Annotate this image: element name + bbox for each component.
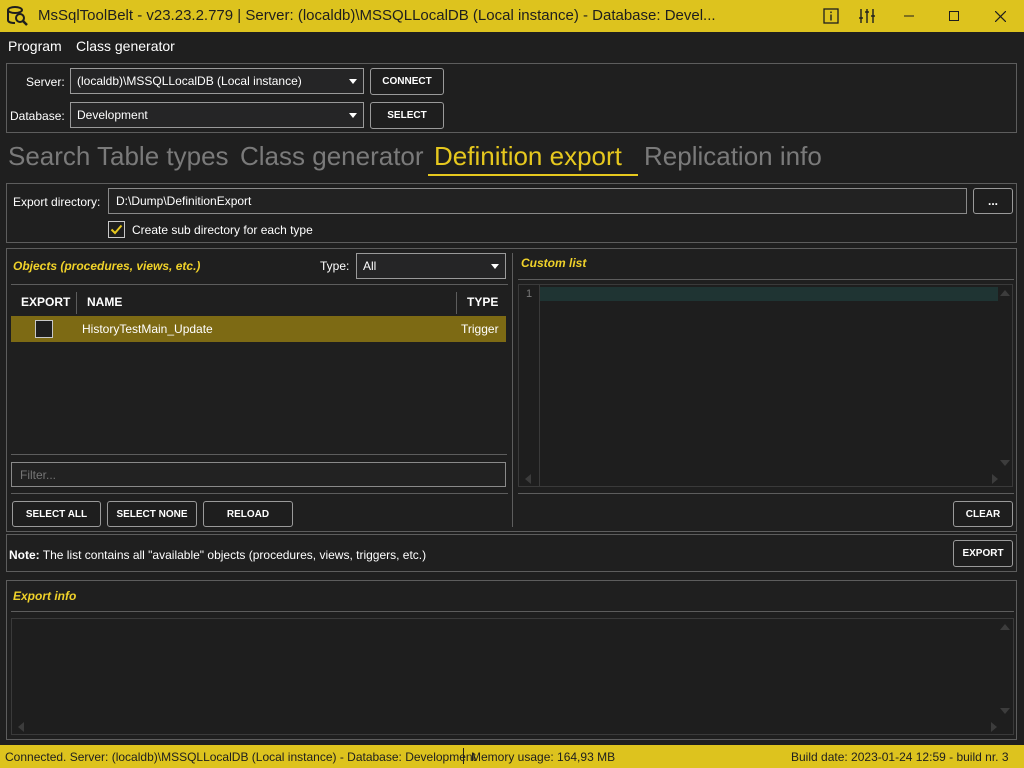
chevron-down-icon bbox=[349, 79, 357, 84]
export-directory-label: Export directory: bbox=[13, 195, 101, 209]
column-header-name[interactable]: NAME bbox=[87, 295, 122, 309]
note-bold: Note: bbox=[9, 548, 40, 562]
status-separator bbox=[463, 748, 464, 764]
server-value: (localdb)\MSSQLLocalDB (Local instance) bbox=[77, 74, 302, 88]
connect-button[interactable]: CONNECT bbox=[370, 68, 444, 95]
database-value: Development bbox=[77, 108, 148, 122]
type-label: Type: bbox=[320, 259, 350, 273]
chevron-down-icon bbox=[349, 113, 357, 118]
row-export-checkbox[interactable] bbox=[35, 320, 53, 338]
close-icon bbox=[994, 10, 1006, 22]
tab-definition-export[interactable]: Definition export bbox=[434, 141, 622, 172]
custom-list-footer-separator bbox=[518, 493, 1014, 494]
note-text: Note: The list contains all "available" … bbox=[9, 548, 426, 562]
scroll-left-arrow-icon[interactable] bbox=[18, 722, 24, 732]
row-type: Trigger bbox=[461, 322, 499, 336]
scroll-up-arrow-icon[interactable] bbox=[1000, 624, 1010, 630]
menu-bar: Program Class generator bbox=[0, 32, 1024, 60]
active-tab-indicator bbox=[428, 174, 638, 176]
tab-search[interactable]: Search bbox=[8, 141, 90, 172]
panel-splitter[interactable] bbox=[512, 253, 513, 527]
settings-sliders-icon bbox=[859, 9, 875, 23]
export-info-log[interactable] bbox=[11, 618, 1014, 735]
row-name: HistoryTestMain_Update bbox=[82, 322, 213, 336]
filter-input[interactable] bbox=[11, 462, 506, 487]
scroll-up-arrow-icon[interactable] bbox=[1000, 290, 1010, 296]
export-directory-input[interactable]: D:\Dump\DefinitionExport bbox=[108, 188, 967, 214]
scroll-down-arrow-icon[interactable] bbox=[1000, 708, 1010, 714]
maximize-icon bbox=[949, 11, 959, 21]
status-memory: Memory usage: 164,93 MB bbox=[471, 750, 616, 764]
select-button[interactable]: SELECT bbox=[370, 102, 444, 129]
window-title: MsSqlToolBelt - v23.23.2.779 | Server: (… bbox=[38, 7, 716, 24]
objects-footer-separator bbox=[11, 493, 508, 494]
clear-button[interactable]: CLEAR bbox=[953, 501, 1013, 527]
scroll-left-arrow-icon[interactable] bbox=[525, 474, 531, 484]
database-dropdown[interactable]: Development bbox=[70, 102, 364, 128]
line-number: 1 bbox=[526, 288, 533, 300]
column-separator bbox=[76, 292, 77, 314]
table-row[interactable]: HistoryTestMain_Update Trigger bbox=[11, 316, 506, 342]
menu-item-class-generator[interactable]: Class generator bbox=[76, 38, 175, 54]
export-button[interactable]: EXPORT bbox=[953, 540, 1013, 567]
info-icon bbox=[823, 8, 839, 24]
maximize-button[interactable] bbox=[931, 0, 977, 32]
settings-button[interactable] bbox=[844, 0, 890, 32]
status-connection: Connected. Server: (localdb)\MSSQLLocalD… bbox=[5, 750, 476, 764]
objects-title: Objects (procedures, views, etc.) bbox=[13, 259, 201, 273]
current-line-highlight bbox=[540, 287, 998, 301]
export-info-title: Export info bbox=[13, 589, 77, 603]
checkmark-icon bbox=[110, 224, 123, 235]
status-bar: Connected. Server: (localdb)\MSSQLLocalD… bbox=[0, 745, 1024, 768]
subdir-checkbox[interactable] bbox=[108, 221, 125, 238]
custom-list-editor[interactable]: 1 bbox=[518, 284, 1013, 487]
export-directory-value: D:\Dump\DefinitionExport bbox=[116, 194, 252, 208]
scroll-right-arrow-icon[interactable] bbox=[992, 474, 998, 484]
title-bar[interactable]: MsSqlToolBelt - v23.23.2.779 | Server: (… bbox=[0, 0, 1024, 32]
type-value: All bbox=[363, 259, 377, 273]
server-label: Server: bbox=[26, 75, 65, 89]
export-info-separator bbox=[11, 611, 1014, 612]
chevron-down-icon bbox=[491, 264, 499, 269]
minimize-button[interactable] bbox=[886, 0, 932, 32]
custom-list-header-separator bbox=[518, 279, 1014, 280]
server-dropdown[interactable]: (localdb)\MSSQLLocalDB (Local instance) bbox=[70, 68, 364, 94]
reload-button[interactable]: RELOAD bbox=[203, 501, 293, 527]
app-logo-icon bbox=[7, 6, 29, 26]
database-label: Database: bbox=[10, 109, 65, 123]
type-dropdown[interactable]: All bbox=[356, 253, 506, 279]
objects-header-separator bbox=[11, 284, 508, 285]
select-none-button[interactable]: SELECT NONE bbox=[107, 501, 197, 527]
select-all-button[interactable]: SELECT ALL bbox=[12, 501, 101, 527]
browse-button[interactable]: ... bbox=[973, 188, 1013, 214]
column-header-export[interactable]: EXPORT bbox=[21, 295, 70, 309]
menu-item-program[interactable]: Program bbox=[8, 38, 62, 54]
minimize-icon bbox=[904, 15, 914, 17]
tab-replication-info[interactable]: Replication info bbox=[644, 141, 822, 172]
scroll-right-arrow-icon[interactable] bbox=[991, 722, 997, 732]
objects-grid: EXPORT NAME TYPE HistoryTestMain_Update … bbox=[11, 289, 507, 455]
close-button[interactable] bbox=[977, 0, 1023, 32]
subdir-label: Create sub directory for each type bbox=[132, 223, 313, 237]
tab-table-types[interactable]: Table types bbox=[97, 141, 229, 172]
column-header-type[interactable]: TYPE bbox=[467, 295, 498, 309]
scroll-down-arrow-icon[interactable] bbox=[1000, 460, 1010, 466]
column-separator bbox=[456, 292, 457, 314]
status-build: Build date: 2023-01-24 12:59 - build nr.… bbox=[791, 750, 1009, 764]
note-body: The list contains all "available" object… bbox=[39, 548, 427, 562]
gutter-separator bbox=[539, 285, 540, 486]
tab-class-generator[interactable]: Class generator bbox=[240, 141, 424, 172]
custom-list-title: Custom list bbox=[521, 256, 587, 270]
